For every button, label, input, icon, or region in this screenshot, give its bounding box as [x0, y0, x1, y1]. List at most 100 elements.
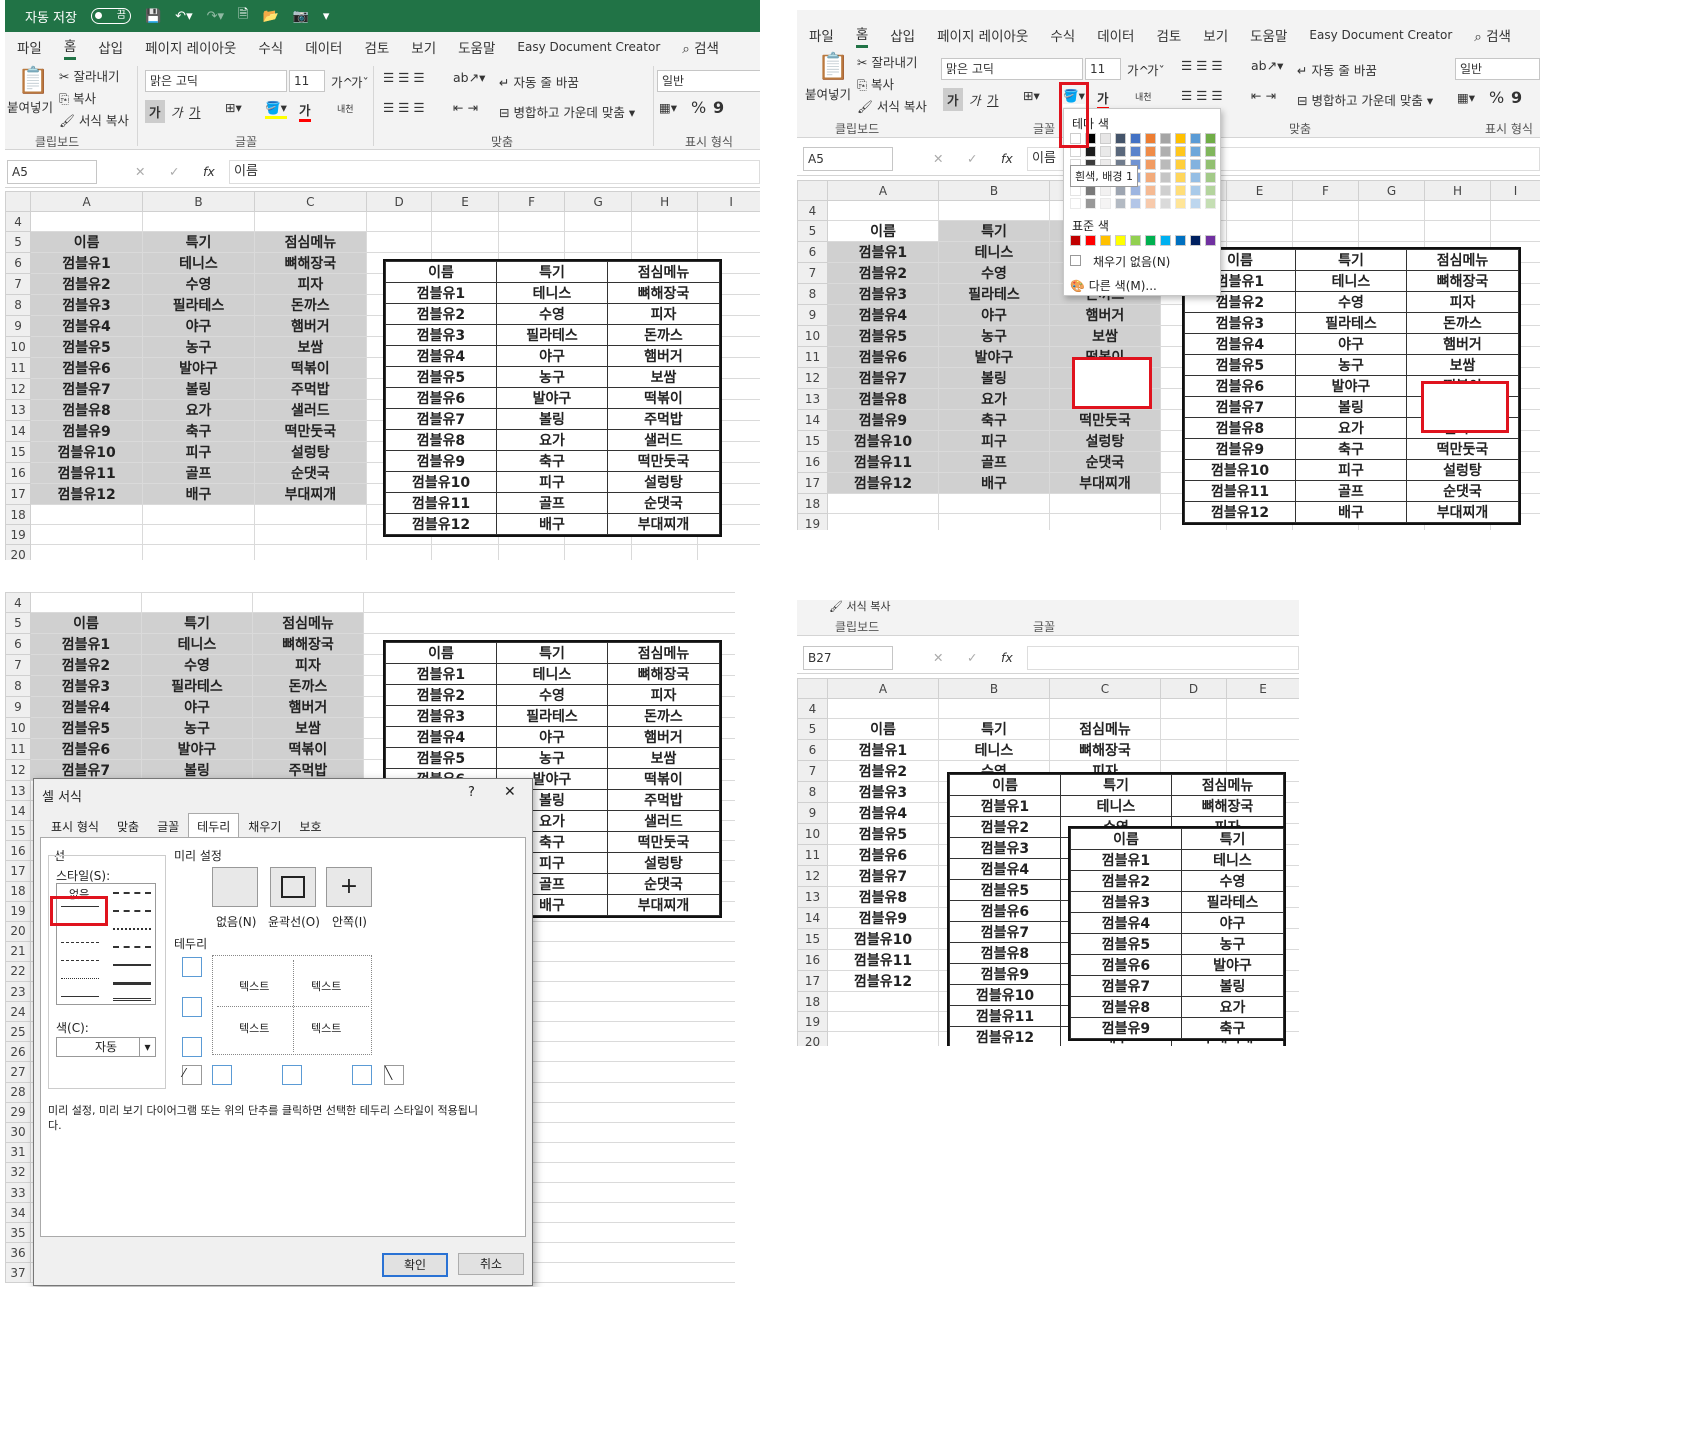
- menu-file[interactable]: 파일: [809, 25, 834, 45]
- color-swatch[interactable]: [1175, 185, 1186, 196]
- cell[interactable]: 껌블유7: [30, 378, 144, 401]
- table-cell[interactable]: 껌블유8: [385, 429, 497, 451]
- color-swatch[interactable]: [1100, 198, 1111, 209]
- row-header[interactable]: 13: [5, 780, 31, 802]
- cell[interactable]: [253, 524, 367, 546]
- cell[interactable]: 껌블유5: [827, 823, 939, 846]
- cell[interactable]: 껌블유4: [30, 696, 142, 719]
- table-cell[interactable]: 껌블유4: [1184, 333, 1296, 355]
- table-header-cell[interactable]: 이름: [949, 774, 1061, 796]
- cell[interactable]: 껌블유5: [30, 336, 144, 359]
- column-header[interactable]: B: [938, 678, 1050, 699]
- cell[interactable]: [1226, 220, 1293, 243]
- cell[interactable]: [697, 231, 760, 254]
- table-cell[interactable]: 발야구: [1181, 954, 1284, 976]
- cell[interactable]: 돈까스: [253, 294, 367, 317]
- row-header[interactable]: 5: [5, 612, 31, 635]
- fx-icon[interactable]: fx: [203, 164, 215, 179]
- column-header[interactable]: C: [253, 191, 367, 212]
- color-swatch[interactable]: [1085, 198, 1096, 209]
- table-header-cell[interactable]: 점심메뉴: [1406, 249, 1519, 271]
- table-cell[interactable]: 골프: [496, 492, 608, 514]
- table-cell[interactable]: 보쌈: [607, 366, 720, 388]
- cancel-icon[interactable]: ✕: [933, 151, 943, 166]
- cell[interactable]: 야구: [141, 696, 253, 719]
- number-format-select[interactable]: 일반: [657, 70, 760, 92]
- table-cell[interactable]: 테니스: [1295, 270, 1407, 292]
- percent-button[interactable]: %: [691, 98, 706, 117]
- cell[interactable]: 필라테스: [938, 283, 1050, 306]
- align-left-icon[interactable]: ☰ ☰ ☰: [383, 100, 425, 115]
- row-header[interactable]: 29: [5, 1101, 31, 1123]
- tab-number[interactable]: 표시 형식: [42, 813, 108, 840]
- cell[interactable]: 껌블유1: [30, 252, 144, 275]
- cell[interactable]: 떡볶이: [253, 357, 367, 380]
- font-size-select[interactable]: 11: [1085, 58, 1121, 80]
- menu-easy-doc[interactable]: Easy Document Creator: [517, 40, 660, 54]
- row-header[interactable]: 6: [797, 739, 828, 762]
- color-swatch[interactable]: [1070, 235, 1081, 246]
- comma-button[interactable]: 9: [713, 98, 724, 117]
- cell[interactable]: [30, 592, 142, 614]
- row-header[interactable]: 16: [797, 949, 828, 972]
- row-header[interactable]: 12: [5, 759, 31, 782]
- align-top-icon[interactable]: ☰ ☰ ☰: [1181, 58, 1223, 73]
- color-swatch[interactable]: [1205, 198, 1216, 209]
- cell[interactable]: 껌블유9: [827, 409, 939, 432]
- cell[interactable]: 껌블유11: [827, 949, 939, 972]
- font-color-button[interactable]: 가: [299, 100, 311, 122]
- table-cell[interactable]: 껌블유4: [949, 858, 1061, 880]
- table-cell[interactable]: 껌블유7: [949, 921, 1061, 943]
- table-cell[interactable]: 수영: [1181, 870, 1284, 892]
- cell[interactable]: 야구: [938, 304, 1050, 327]
- table-cell[interactable]: 볼링: [1181, 975, 1284, 997]
- table-cell[interactable]: 순댓국: [607, 873, 720, 895]
- cell[interactable]: [630, 231, 699, 254]
- color-swatch[interactable]: [1115, 235, 1126, 246]
- color-swatch[interactable]: [1115, 146, 1126, 157]
- row-header[interactable]: 18: [797, 991, 828, 1013]
- cell[interactable]: [497, 544, 566, 560]
- undo-icon[interactable]: ↶▾: [175, 9, 192, 24]
- color-swatch[interactable]: [1115, 133, 1126, 144]
- column-header[interactable]: I: [697, 191, 760, 212]
- table-header-cell[interactable]: 이름: [1070, 828, 1182, 850]
- table-cell[interactable]: 배구: [1295, 501, 1407, 523]
- menu-insert[interactable]: 삽입: [890, 25, 915, 45]
- row-header[interactable]: 6: [797, 241, 828, 264]
- border-diag-down-icon[interactable]: ╲: [384, 1065, 404, 1085]
- table-cell[interactable]: 피자: [1406, 291, 1519, 313]
- autosave-toggle[interactable]: 끔: [90, 8, 131, 24]
- close-icon[interactable]: ✕: [504, 784, 516, 800]
- cell[interactable]: 껌블유10: [827, 928, 939, 951]
- table-header-cell[interactable]: 이름: [385, 261, 497, 283]
- table-cell[interactable]: 뼈해장국: [607, 282, 720, 304]
- paste-button[interactable]: 붙여넣기: [805, 84, 851, 103]
- cell[interactable]: [365, 231, 433, 254]
- row-header[interactable]: 8: [797, 781, 828, 804]
- color-swatch[interactable]: [1205, 133, 1216, 144]
- table-cell[interactable]: 껌블유1: [1070, 849, 1182, 871]
- table-cell[interactable]: 야구: [496, 345, 608, 367]
- cell[interactable]: 농구: [141, 717, 253, 740]
- color-swatch[interactable]: [1190, 146, 1201, 157]
- table-cell[interactable]: 필라테스: [496, 324, 608, 346]
- save-icon[interactable]: 💾: [145, 9, 161, 24]
- cell[interactable]: 설렁탕: [1049, 430, 1161, 453]
- row-header[interactable]: 5: [797, 718, 828, 741]
- cell[interactable]: 특기: [938, 220, 1050, 243]
- cell[interactable]: 껌블유9: [30, 420, 144, 443]
- number-format-select[interactable]: 일반: [1455, 58, 1540, 80]
- cell[interactable]: 떡볶이: [252, 738, 364, 761]
- color-swatch[interactable]: [1175, 235, 1186, 246]
- cell[interactable]: 껌블유8: [827, 886, 939, 909]
- cell[interactable]: 껌블유1: [827, 241, 939, 264]
- color-swatch[interactable]: [1070, 198, 1081, 209]
- cell[interactable]: 떡만둣국: [1049, 409, 1161, 432]
- row-header[interactable]: 11: [797, 346, 828, 369]
- cell[interactable]: 껌블유2: [827, 760, 939, 783]
- table-cell[interactable]: 껌블유8: [949, 942, 1061, 964]
- underline-button[interactable]: 가: [189, 102, 201, 121]
- cell[interactable]: [252, 592, 364, 614]
- table-cell[interactable]: 껌블유5: [385, 366, 497, 388]
